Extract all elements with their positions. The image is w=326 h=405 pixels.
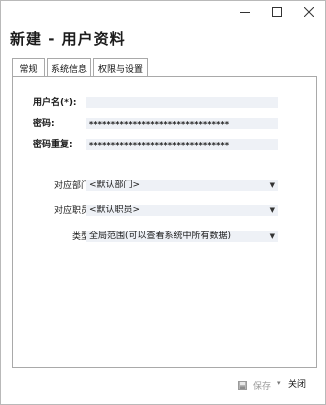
chevron-down-icon: ▼ xyxy=(269,232,275,240)
department-value: <默认部门> xyxy=(89,180,141,190)
type-row: 类型: 全局范围(可以查看系统中所有数据) ▼ xyxy=(13,231,318,243)
close-icon xyxy=(304,7,314,17)
close-window-button[interactable] xyxy=(295,1,323,23)
minimize-button[interactable] xyxy=(231,1,259,23)
save-button[interactable]: 保存 xyxy=(238,378,271,392)
password-label: 密码: xyxy=(33,119,55,129)
password-confirm-input[interactable]: ******************************** xyxy=(86,139,278,150)
employee-select[interactable]: <默认职员> ▼ xyxy=(86,205,278,216)
tab-system-info[interactable]: 系统信息 xyxy=(47,58,91,77)
tab-panel-general: 用户名(*): 密码: ****************************… xyxy=(12,76,317,368)
tab-general[interactable]: 常规 xyxy=(12,58,45,78)
minimize-icon xyxy=(240,12,250,13)
employee-value: <默认职员> xyxy=(89,205,141,215)
dialog-window: 新建 - 用户资料 常规 系统信息 权限与设置 用户名(*): 密码: ****… xyxy=(0,0,326,405)
password-row: 密码: ******************************** xyxy=(13,118,318,130)
username-row: 用户名(*): xyxy=(13,97,318,109)
save-label: 保存 xyxy=(253,381,272,392)
username-label: 用户名(*): xyxy=(33,98,77,108)
department-select[interactable]: <默认部门> ▼ xyxy=(86,180,278,191)
save-dropdown-icon[interactable]: ▾ xyxy=(277,379,281,387)
tab-permissions[interactable]: 权限与设置 xyxy=(93,58,148,77)
tab-strip: 常规 系统信息 权限与设置 xyxy=(12,58,148,78)
close-button[interactable]: 关闭 xyxy=(288,378,306,392)
window-title: 新建 - 用户资料 xyxy=(10,30,126,48)
employee-row: 对应职员: <默认职员> ▼ xyxy=(13,205,318,217)
save-disk-icon xyxy=(238,380,247,390)
department-row: 对应部门: <默认部门> ▼ xyxy=(13,180,318,192)
username-input[interactable] xyxy=(86,97,278,108)
title-bar[interactable] xyxy=(1,1,325,23)
password-confirm-row: 密码重复: ******************************** xyxy=(13,139,318,151)
type-value: 全局范围(可以查看系统中所有数据) xyxy=(89,231,232,241)
type-select[interactable]: 全局范围(可以查看系统中所有数据) ▼ xyxy=(86,231,278,242)
chevron-down-icon: ▼ xyxy=(269,206,275,214)
password-input[interactable]: ******************************** xyxy=(86,118,278,129)
password-confirm-label: 密码重复: xyxy=(33,140,73,150)
maximize-button[interactable] xyxy=(263,1,291,23)
chevron-down-icon: ▼ xyxy=(269,181,275,189)
maximize-icon xyxy=(272,7,282,17)
